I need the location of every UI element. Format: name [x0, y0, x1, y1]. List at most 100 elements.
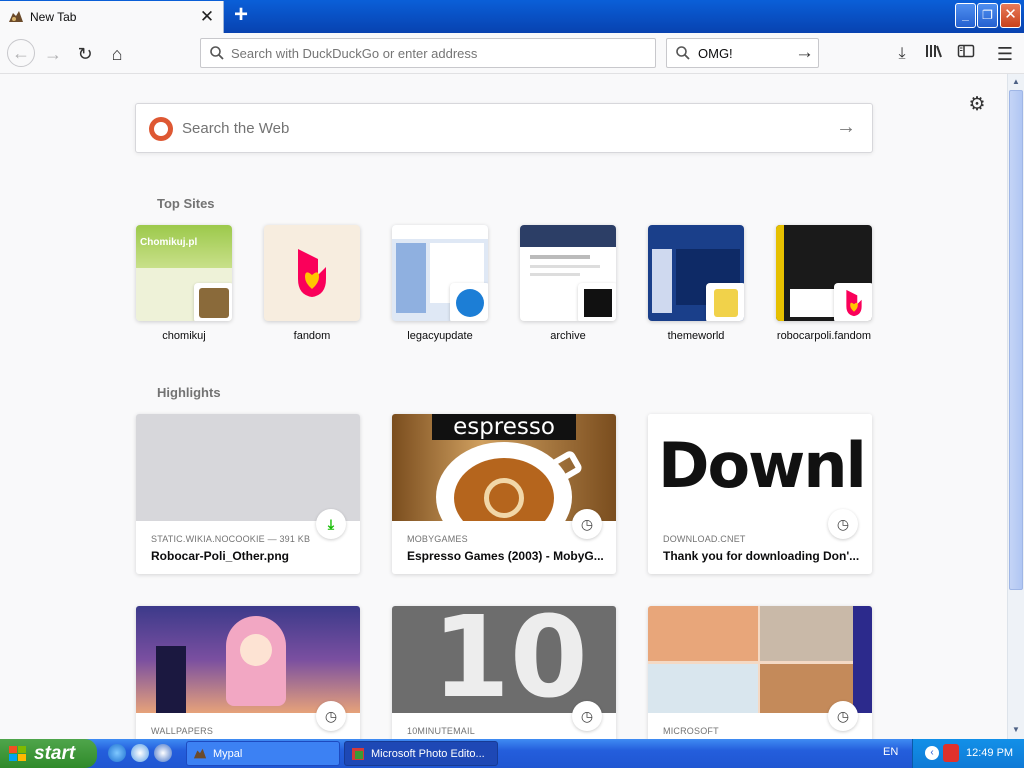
reload-button[interactable]: ↻ [72, 41, 98, 67]
address-input[interactable] [231, 43, 641, 63]
taskbar-item-mypal[interactable]: Mypal [186, 741, 340, 766]
top-site-label: themeworld [667, 330, 725, 342]
highlight-card[interactable]: Downl ◷ DOWNLOAD.CNET Thank you for down… [648, 414, 872, 574]
clock-icon: ◷ [828, 509, 858, 539]
internet-explorer-icon[interactable] [108, 744, 126, 762]
fandom-logo-icon [298, 249, 326, 297]
clock-icon: ◷ [572, 509, 602, 539]
address-bar[interactable] [200, 38, 656, 68]
start-button[interactable]: start [0, 739, 97, 768]
top-site-tile[interactable]: Chomikuj.pl chomikuj [136, 225, 232, 345]
scroll-up-icon[interactable]: ▲ [1008, 74, 1024, 90]
highlight-source: DOWNLOAD.CNET [663, 534, 746, 544]
hamburger-menu-icon[interactable]: ☰ [994, 43, 1016, 65]
site-thumbnail [776, 225, 872, 321]
new-tab-button[interactable]: + [229, 3, 253, 28]
forward-button[interactable]: → [40, 41, 66, 67]
fandom-small-logo-icon [846, 289, 862, 317]
search-icon [210, 46, 224, 60]
new-tab-page: ⚙ Search the Web → Top Sites Chomikuj.pl… [0, 74, 1007, 739]
highlight-source: WALLPAPERS [151, 726, 214, 736]
download-icon: ⤓ [316, 509, 346, 539]
scroll-down-icon[interactable]: ▼ [1008, 722, 1024, 738]
highlight-image: Downl [648, 414, 872, 521]
tab-new-tab[interactable]: New Tab ✕ [0, 1, 224, 33]
tray-expand-icon[interactable]: ‹ [925, 746, 939, 760]
highlight-card[interactable]: ⤓ STATIC.WIKIA.NOCOOKIE — 391 KB Robocar… [136, 414, 360, 574]
close-window-button[interactable]: ✕ [1000, 3, 1021, 28]
top-site-label: robocarpoli.fandom [776, 330, 872, 342]
chomikuj-logo-text: Chomikuj.pl [140, 237, 198, 248]
browser-titlebar: New Tab ✕ + _ ❐ ✕ [0, 0, 1024, 33]
taskbar-item-label: Mypal [213, 748, 243, 760]
search-bar[interactable]: OMG! → [666, 38, 819, 68]
search-icon [676, 46, 690, 60]
top-sites-heading: Top Sites [157, 196, 215, 211]
highlight-image: 10 [392, 606, 616, 713]
highlight-image: espresso [392, 414, 616, 521]
ten-text: 10 [432, 606, 588, 713]
top-site-label: chomikuj [162, 330, 206, 342]
maximize-button[interactable]: ❐ [977, 3, 998, 28]
archive-badge-icon [578, 283, 616, 321]
highlight-title: Thank you for downloading Don'... [663, 549, 860, 563]
themeworld-badge-icon [706, 283, 744, 321]
home-button[interactable]: ⌂ [104, 41, 130, 67]
highlight-source: STATIC.WIKIA.NOCOOKIE — 391 KB [151, 534, 311, 544]
site-thumbnail [648, 225, 744, 321]
start-label: start [34, 743, 76, 764]
top-site-tile[interactable]: robocarpoli.fandom [776, 225, 872, 345]
vertical-scrollbar[interactable]: ▲ ▼ [1007, 74, 1024, 739]
scrollbar-thumb[interactable] [1009, 90, 1023, 590]
tray-app-icon[interactable] [943, 744, 959, 762]
download-text: Downl [658, 429, 867, 502]
arrow-right-icon[interactable]: → [836, 116, 856, 139]
site-thumbnail [264, 225, 360, 321]
taskbar-item-photo-editor[interactable]: Microsoft Photo Edito... [344, 741, 498, 766]
top-site-label: legacyupdate [407, 330, 473, 342]
top-site-label: fandom [293, 330, 331, 342]
site-thumbnail: Chomikuj.pl [136, 225, 232, 321]
highlight-card[interactable]: ◷ MICROSOFT [648, 606, 872, 739]
media-player-icon[interactable] [154, 744, 172, 762]
sidebar-glyph-icon [957, 44, 975, 58]
language-indicator[interactable]: EN [883, 746, 898, 758]
library-glyph-icon [926, 45, 942, 58]
clock-icon: ◷ [316, 701, 346, 731]
mypal-icon [193, 748, 207, 759]
library-icon[interactable] [923, 43, 945, 65]
highlight-source: MICROSOFT [663, 726, 719, 736]
duckduckgo-logo-icon [149, 117, 173, 141]
top-site-tile[interactable]: themeworld [648, 225, 744, 345]
espresso-text: espresso [432, 414, 576, 440]
top-site-label: archive [550, 330, 586, 342]
highlight-image [136, 606, 360, 713]
highlight-source: MOBYGAMES [407, 534, 468, 544]
highlight-card[interactable]: espresso ◷ MOBYGAMES Espresso Games (200… [392, 414, 616, 574]
download-icon[interactable]: ⤓ [891, 43, 913, 65]
highlight-image [136, 414, 360, 521]
email-icon[interactable] [131, 744, 149, 762]
clock-icon: ◷ [828, 701, 858, 731]
taskbar-item-label: Microsoft Photo Edito... [371, 748, 485, 760]
sidebar-icon[interactable] [955, 43, 977, 65]
clock-icon: ◷ [572, 701, 602, 731]
tab-close-button[interactable]: ✕ [198, 7, 216, 27]
gear-icon[interactable]: ⚙ [966, 94, 988, 116]
top-site-tile[interactable]: legacyupdate [392, 225, 488, 345]
top-site-tile[interactable]: archive [520, 225, 616, 345]
fandom-badge-icon [834, 283, 872, 321]
top-site-tile[interactable]: fandom [264, 225, 360, 345]
search-value[interactable]: OMG! [698, 46, 733, 61]
highlight-card[interactable]: 10 ◷ 10MINUTEMAIL [392, 606, 616, 739]
web-search-box[interactable]: Search the Web → [135, 103, 873, 153]
site-thumbnail [392, 225, 488, 321]
back-button[interactable]: ← [7, 39, 35, 67]
windows-logo-icon [9, 746, 26, 761]
browser-favicon-icon [9, 11, 23, 22]
legacyupdate-badge-icon [450, 283, 488, 321]
highlight-image [648, 606, 872, 713]
minimize-button[interactable]: _ [955, 3, 976, 28]
highlight-card[interactable]: ◷ WALLPAPERS [136, 606, 360, 739]
search-go-icon[interactable]: → [795, 42, 814, 64]
